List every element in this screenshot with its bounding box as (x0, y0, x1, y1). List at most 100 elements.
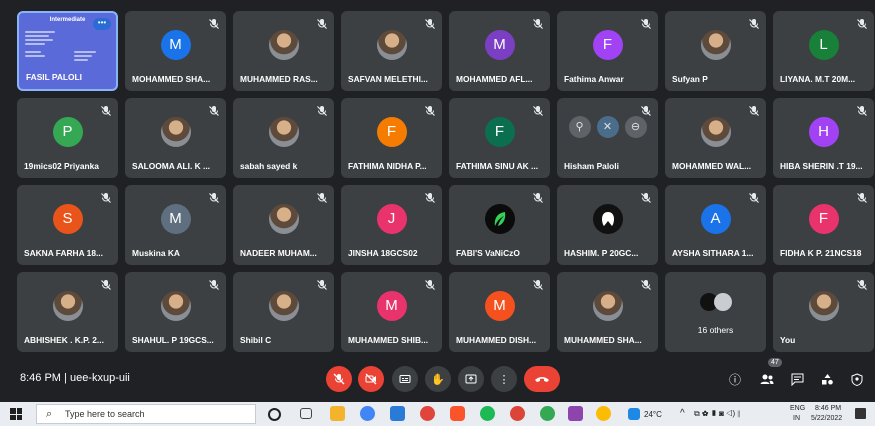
file-explorer-icon[interactable] (330, 406, 345, 421)
avatar: L (808, 29, 839, 60)
app-icon[interactable] (568, 406, 583, 421)
self-tile[interactable]: You (773, 272, 874, 352)
mic-muted-icon (424, 104, 436, 116)
participant-tile[interactable]: F FATHIMA NIDHA P... (341, 98, 442, 178)
participant-name: ABHISHEK . K.P. 2... (24, 335, 104, 345)
canary-icon[interactable] (596, 406, 611, 421)
present-screen-icon[interactable] (458, 366, 484, 392)
remove-icon[interactable]: ⊖ (624, 115, 647, 138)
mic-muted-icon (316, 191, 328, 203)
participant-tile[interactable]: MUHAMMED SHA... (557, 272, 658, 352)
participant-name: FIDHA K P. 21NCS18 (780, 248, 862, 258)
participant-tile[interactable]: Sufyan P (665, 11, 766, 91)
raise-hand-icon[interactable]: ✋ (425, 366, 451, 392)
participant-tile[interactable]: Shibil C (233, 272, 334, 352)
vscode-icon[interactable] (390, 406, 405, 421)
others-tile[interactable]: 16 others (665, 272, 766, 352)
participant-tile[interactable]: F FIDHA K P. 21NCS18 (773, 185, 874, 265)
participant-name: MUHAMMED SHA... (564, 335, 642, 345)
participant-tile[interactable]: MUHAMMED RAS... (233, 11, 334, 91)
avatar: H (808, 116, 839, 147)
participant-tile[interactable]: J JINSHA 18GCS02 (341, 185, 442, 265)
participant-tile[interactable]: M MOHAMMED SHA... (125, 11, 226, 91)
others-label: 16 others (697, 325, 734, 335)
avatar (592, 203, 623, 234)
chrome-profile-icon[interactable] (420, 406, 435, 421)
participant-name: HIBA SHERIN .T 19... (780, 161, 863, 171)
participant-tile[interactable]: MOHAMMED WAL... (665, 98, 766, 178)
leave-call-icon[interactable] (524, 366, 560, 392)
avatar: F (376, 116, 407, 147)
participant-name: FABI'S VaNiCzO (456, 248, 520, 258)
pin-icon[interactable]: ⚲ (568, 115, 591, 138)
participant-tile[interactable]: ABHISHEK . K.P. 2... (17, 272, 118, 352)
participant-tile[interactable]: F FATHIMA SINU AK ... (449, 98, 550, 178)
mic-off-icon[interactable] (326, 366, 352, 392)
participant-tile[interactable]: M MUHAMMED DISH... (449, 272, 550, 352)
task-view-icon[interactable] (300, 408, 312, 419)
taskbar-time[interactable]: 8:46 PM (815, 405, 841, 412)
presenter-tile[interactable]: Intermediate ••• FASIL PALOLI (17, 11, 118, 91)
cortana-icon[interactable] (268, 408, 281, 421)
participant-count-badge: 47 (768, 358, 782, 367)
participant-tile[interactable]: ⚲ ✕ ⊖ Hisham Paloli (557, 98, 658, 178)
participant-tile[interactable]: L LIYANA. M.T 20M... (773, 11, 874, 91)
participant-tile[interactable]: SHAHUL. P 19GCS... (125, 272, 226, 352)
brave-icon[interactable] (450, 406, 465, 421)
participant-tile[interactable]: sabah sayed k (233, 98, 334, 178)
captions-icon[interactable] (392, 366, 418, 392)
avatar-photo (268, 116, 299, 147)
weather-icon[interactable] (628, 408, 640, 420)
weather-temp: 24°C (644, 410, 662, 419)
activities-icon[interactable] (818, 370, 836, 388)
mic-muted-icon (532, 104, 544, 116)
windows-taskbar: ⌕ Type here to search 24°C ^ ⧉ ✿ ▮ ◙ ◁) … (0, 402, 875, 426)
host-controls-icon[interactable] (848, 370, 866, 388)
chrome-alt-icon[interactable] (510, 406, 525, 421)
spotify-icon[interactable] (480, 406, 495, 421)
participant-name: MUHAMMED SHIB... (348, 335, 429, 345)
participant-tile[interactable]: M Muskina KA (125, 185, 226, 265)
participant-name: FATHIMA SINU AK ... (456, 161, 539, 171)
participant-name: SHAHUL. P 19GCS... (132, 335, 214, 345)
taskbar-date[interactable]: 5/22/2022 (811, 415, 842, 422)
participant-name: HASHIM. P 20GC... (564, 248, 639, 258)
chrome-green-icon[interactable] (540, 406, 555, 421)
windows-start-icon[interactable] (10, 408, 22, 420)
participant-tile[interactable]: FABI'S VaNiCzO (449, 185, 550, 265)
avatar-photo (376, 29, 407, 60)
participant-name: Fathima Anwar (564, 74, 624, 84)
participant-name: SAFVAN MELETHI... (348, 74, 428, 84)
avatar: M (484, 290, 515, 321)
people-icon[interactable] (758, 370, 776, 388)
participant-tile[interactable]: A AYSHA SITHARA 1... (665, 185, 766, 265)
tile-hover-controls: ⚲ ✕ ⊖ (568, 115, 647, 138)
camera-off-icon[interactable] (358, 366, 384, 392)
participant-tile[interactable]: HASHIM. P 20GC... (557, 185, 658, 265)
tray-chevron-icon[interactable]: ^ (680, 408, 685, 419)
notification-icon[interactable] (855, 408, 866, 419)
participant-tile[interactable]: H HIBA SHERIN .T 19... (773, 98, 874, 178)
taskbar-search[interactable]: ⌕ Type here to search (36, 404, 256, 424)
participant-tile[interactable]: SALOOMA ALI. K ... (125, 98, 226, 178)
avatar-photo (700, 29, 731, 60)
participant-tile[interactable]: F Fathima Anwar (557, 11, 658, 91)
chat-icon[interactable] (788, 370, 806, 388)
tray-icons[interactable]: ⧉ ✿ ▮ ◙ ◁) ∥ (694, 409, 740, 419)
self-video (808, 290, 839, 321)
participant-tile[interactable]: S SAKNA FARHA 18... (17, 185, 118, 265)
participant-tile[interactable]: M MOHAMMED AFL... (449, 11, 550, 91)
more-options-icon[interactable]: ⋮ (491, 366, 517, 392)
participant-tile[interactable]: NADEER MUHAM... (233, 185, 334, 265)
meeting-info: 8:46 PM | uee-kxup-uii (20, 372, 130, 384)
others-avatar (713, 293, 732, 312)
participant-tile[interactable]: M MUHAMMED SHIB... (341, 272, 442, 352)
participant-tile[interactable]: P 19mics02 Priyanka (17, 98, 118, 178)
avatar-photo (592, 290, 623, 321)
chrome-icon[interactable] (360, 406, 375, 421)
avatar: M (160, 29, 191, 60)
presenter-options-icon[interactable]: ••• (93, 18, 111, 30)
mute-icon[interactable]: ✕ (596, 115, 619, 138)
meeting-details-icon[interactable]: ⓘ (726, 370, 744, 388)
participant-tile[interactable]: SAFVAN MELETHI... (341, 11, 442, 91)
